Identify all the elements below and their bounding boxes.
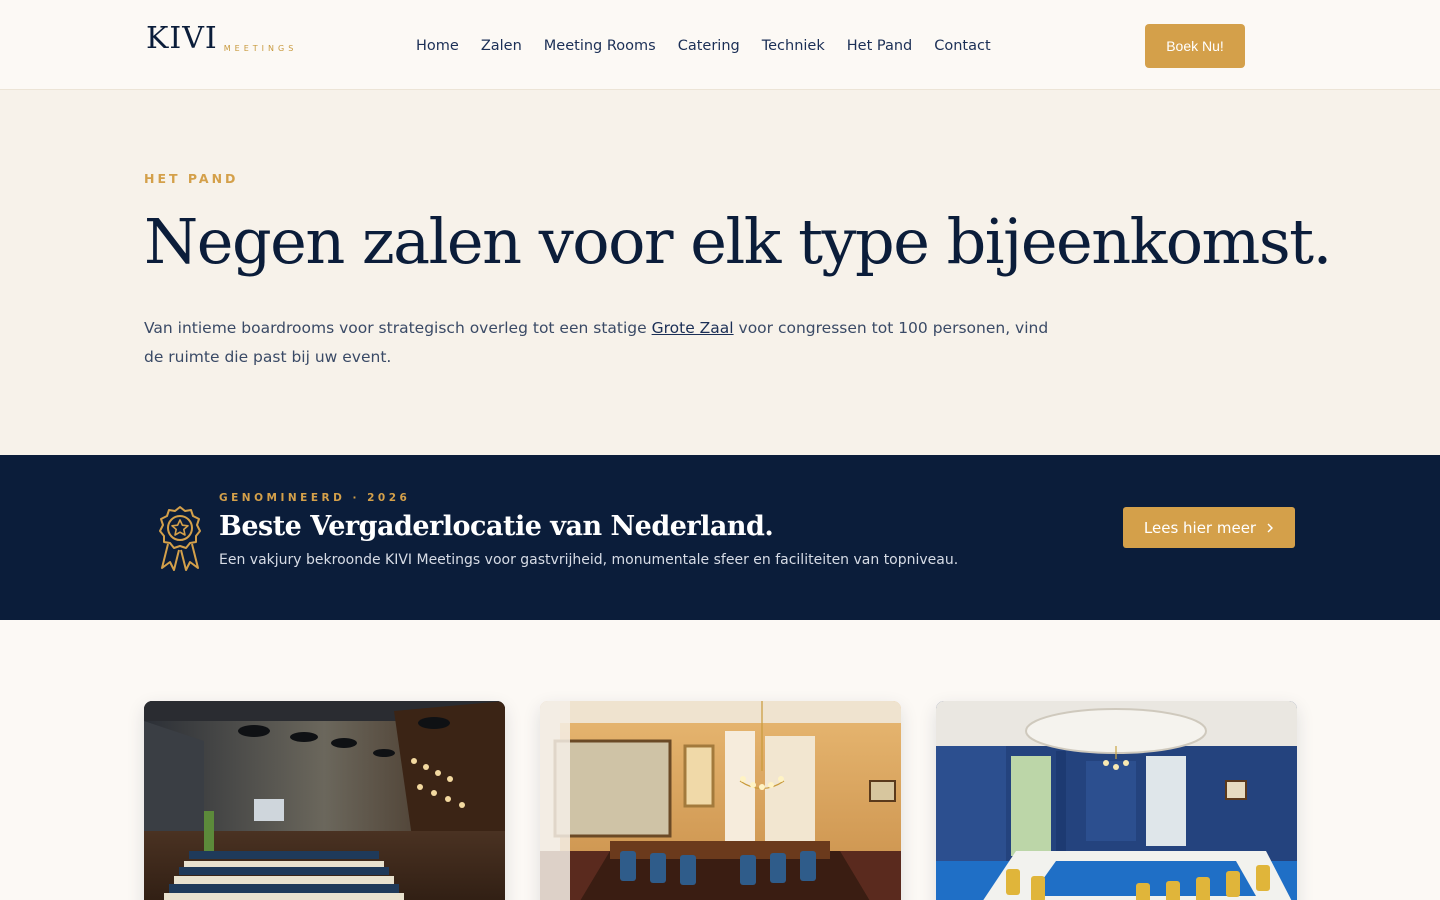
logo-subtitle: MEETINGS — [223, 44, 298, 53]
hero-section: HET PAND Negen zalen voor elk type bijee… — [0, 90, 1440, 455]
hero-eyebrow: HET PAND — [144, 171, 239, 186]
award-ribbon-icon — [159, 506, 201, 571]
book-now-button[interactable]: Boek Nu! — [1145, 24, 1245, 68]
chevron-right-icon — [1267, 523, 1274, 532]
logo-wordmark: KIVI — [146, 21, 218, 56]
hero-description: Van intieme boardrooms voor strategisch … — [144, 314, 1064, 372]
conference-hall-photo — [144, 701, 505, 900]
hero-text-start: Van intieme boardrooms voor strategisch … — [144, 319, 652, 337]
read-more-label: Lees hier meer — [1143, 518, 1257, 537]
boardroom-chandelier-photo — [540, 701, 901, 900]
award-eyebrow: GENOMINEERD · 2026 — [219, 492, 411, 504]
nav-item-home[interactable]: Home — [416, 36, 459, 56]
nav-item-techniek[interactable]: Techniek — [762, 36, 825, 56]
read-more-button[interactable]: Lees hier meer — [1123, 507, 1295, 548]
nav-item-het-pand[interactable]: Het Pand — [847, 36, 913, 56]
nav-item-zalen[interactable]: Zalen — [481, 36, 522, 56]
site-header: KIVI MEETINGS Home Zalen Meeting Rooms C… — [0, 0, 1440, 90]
blue-meeting-room-photo — [936, 701, 1297, 900]
page-title: Negen zalen voor elk type bijeenkomst. — [144, 205, 1332, 278]
award-title: Beste Vergaderlocatie van Nederland. — [219, 511, 774, 542]
award-description: Een vakjury bekroonde KIVI Meetings voor… — [219, 552, 959, 568]
room-cards — [144, 701, 1297, 900]
room-card[interactable] — [144, 701, 505, 900]
grote-zaal-link[interactable]: Grote Zaal — [652, 319, 734, 337]
main-nav: Home Zalen Meeting Rooms Catering Techni… — [416, 36, 991, 56]
room-card[interactable] — [936, 701, 1297, 900]
logo[interactable]: KIVI MEETINGS — [146, 22, 297, 56]
nav-item-meeting-rooms[interactable]: Meeting Rooms — [544, 36, 656, 56]
nav-item-catering[interactable]: Catering — [678, 36, 740, 56]
nav-item-contact[interactable]: Contact — [934, 36, 990, 56]
award-banner: GENOMINEERD · 2026 Beste Vergaderlocatie… — [0, 455, 1440, 620]
room-card[interactable] — [540, 701, 901, 900]
